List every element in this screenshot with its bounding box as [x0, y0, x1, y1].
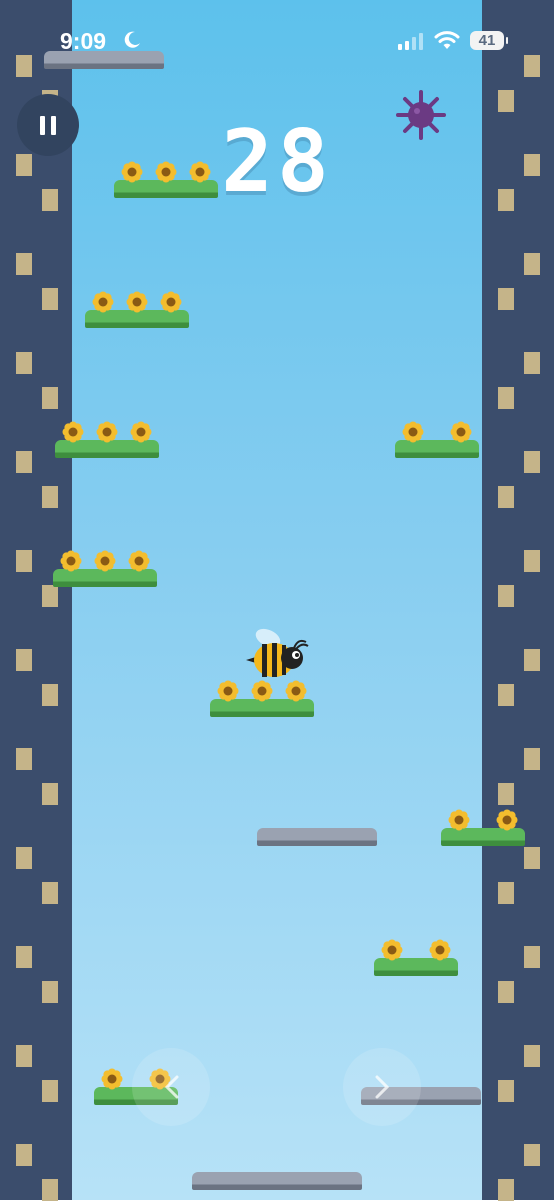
wall-brick — [42, 684, 58, 706]
wall-brick — [498, 288, 514, 310]
wall-brick — [498, 486, 514, 508]
wall-brick — [16, 1144, 32, 1166]
flower-icon — [92, 291, 114, 313]
stone-platform — [257, 828, 377, 846]
flower-icon — [496, 809, 518, 831]
wall-brick — [16, 1045, 32, 1067]
wall-brick — [16, 946, 32, 968]
wall-brick — [498, 585, 514, 607]
wall-brick — [524, 253, 540, 275]
moon-icon — [124, 31, 140, 48]
wall-brick — [16, 649, 32, 671]
wall-brick — [42, 585, 58, 607]
stone-platform — [44, 51, 164, 69]
wall-brick — [42, 1080, 58, 1102]
flower-icon — [155, 161, 177, 183]
wall-brick — [498, 1080, 514, 1102]
flower-icon — [160, 291, 182, 313]
wall-brick — [16, 253, 32, 275]
flower-icon — [217, 680, 239, 702]
flower-icon — [60, 550, 82, 572]
flower-icon — [62, 421, 84, 443]
flower-icon — [128, 550, 150, 572]
wall-brick — [16, 352, 32, 374]
wall-brick — [16, 748, 32, 770]
wall-brick — [42, 387, 58, 409]
flower-icon — [126, 291, 148, 313]
wall-brick — [524, 649, 540, 671]
flower-icon — [448, 809, 470, 831]
chevron-left-icon — [164, 1075, 179, 1099]
wall-brick — [524, 550, 540, 572]
flower-icon — [94, 550, 116, 572]
wall-brick — [524, 451, 540, 473]
flower-icon — [189, 161, 211, 183]
wall-brick — [42, 486, 58, 508]
bee-icon — [246, 628, 309, 677]
wifi-icon — [434, 31, 460, 49]
flower-icon — [450, 421, 472, 443]
stone-platform — [192, 1172, 362, 1190]
battery-indicator: 41 — [470, 31, 508, 50]
wall-brick — [524, 946, 540, 968]
score-counter: 28 — [221, 112, 333, 212]
wall-brick — [524, 352, 540, 374]
wall-brick — [42, 288, 58, 310]
wall-brick — [498, 882, 514, 904]
wall-brick — [16, 550, 32, 572]
wall-brick — [16, 451, 32, 473]
flower-icon — [285, 680, 307, 702]
wall-brick — [16, 55, 32, 77]
wall-brick — [498, 1179, 514, 1201]
move-right-button[interactable] — [343, 1048, 421, 1126]
wall-brick — [42, 981, 58, 1003]
cellular-signal-icon — [398, 33, 423, 50]
wall-brick — [524, 847, 540, 869]
flower-icon — [429, 939, 451, 961]
wall-brick — [16, 847, 32, 869]
wall-brick — [498, 387, 514, 409]
flower-icon — [251, 680, 273, 702]
move-left-button[interactable] — [132, 1048, 210, 1126]
wall-brick — [524, 1045, 540, 1067]
wall-brick — [524, 1144, 540, 1166]
wall-brick — [524, 748, 540, 770]
wall-brick — [42, 783, 58, 805]
flower-icon — [381, 939, 403, 961]
wall-brick — [498, 684, 514, 706]
wall-brick — [498, 783, 514, 805]
flower-icon — [121, 161, 143, 183]
flower-icon — [402, 421, 424, 443]
wall-brick — [498, 981, 514, 1003]
wall-brick — [42, 1179, 58, 1201]
wall-brick — [524, 55, 540, 77]
chevron-right-icon — [375, 1075, 390, 1099]
flower-icon — [101, 1068, 123, 1090]
flower-icon — [96, 421, 118, 443]
wall-brick — [498, 90, 514, 112]
spiky-ball-icon — [396, 90, 446, 140]
wall-brick — [42, 882, 58, 904]
flower-icon — [130, 421, 152, 443]
